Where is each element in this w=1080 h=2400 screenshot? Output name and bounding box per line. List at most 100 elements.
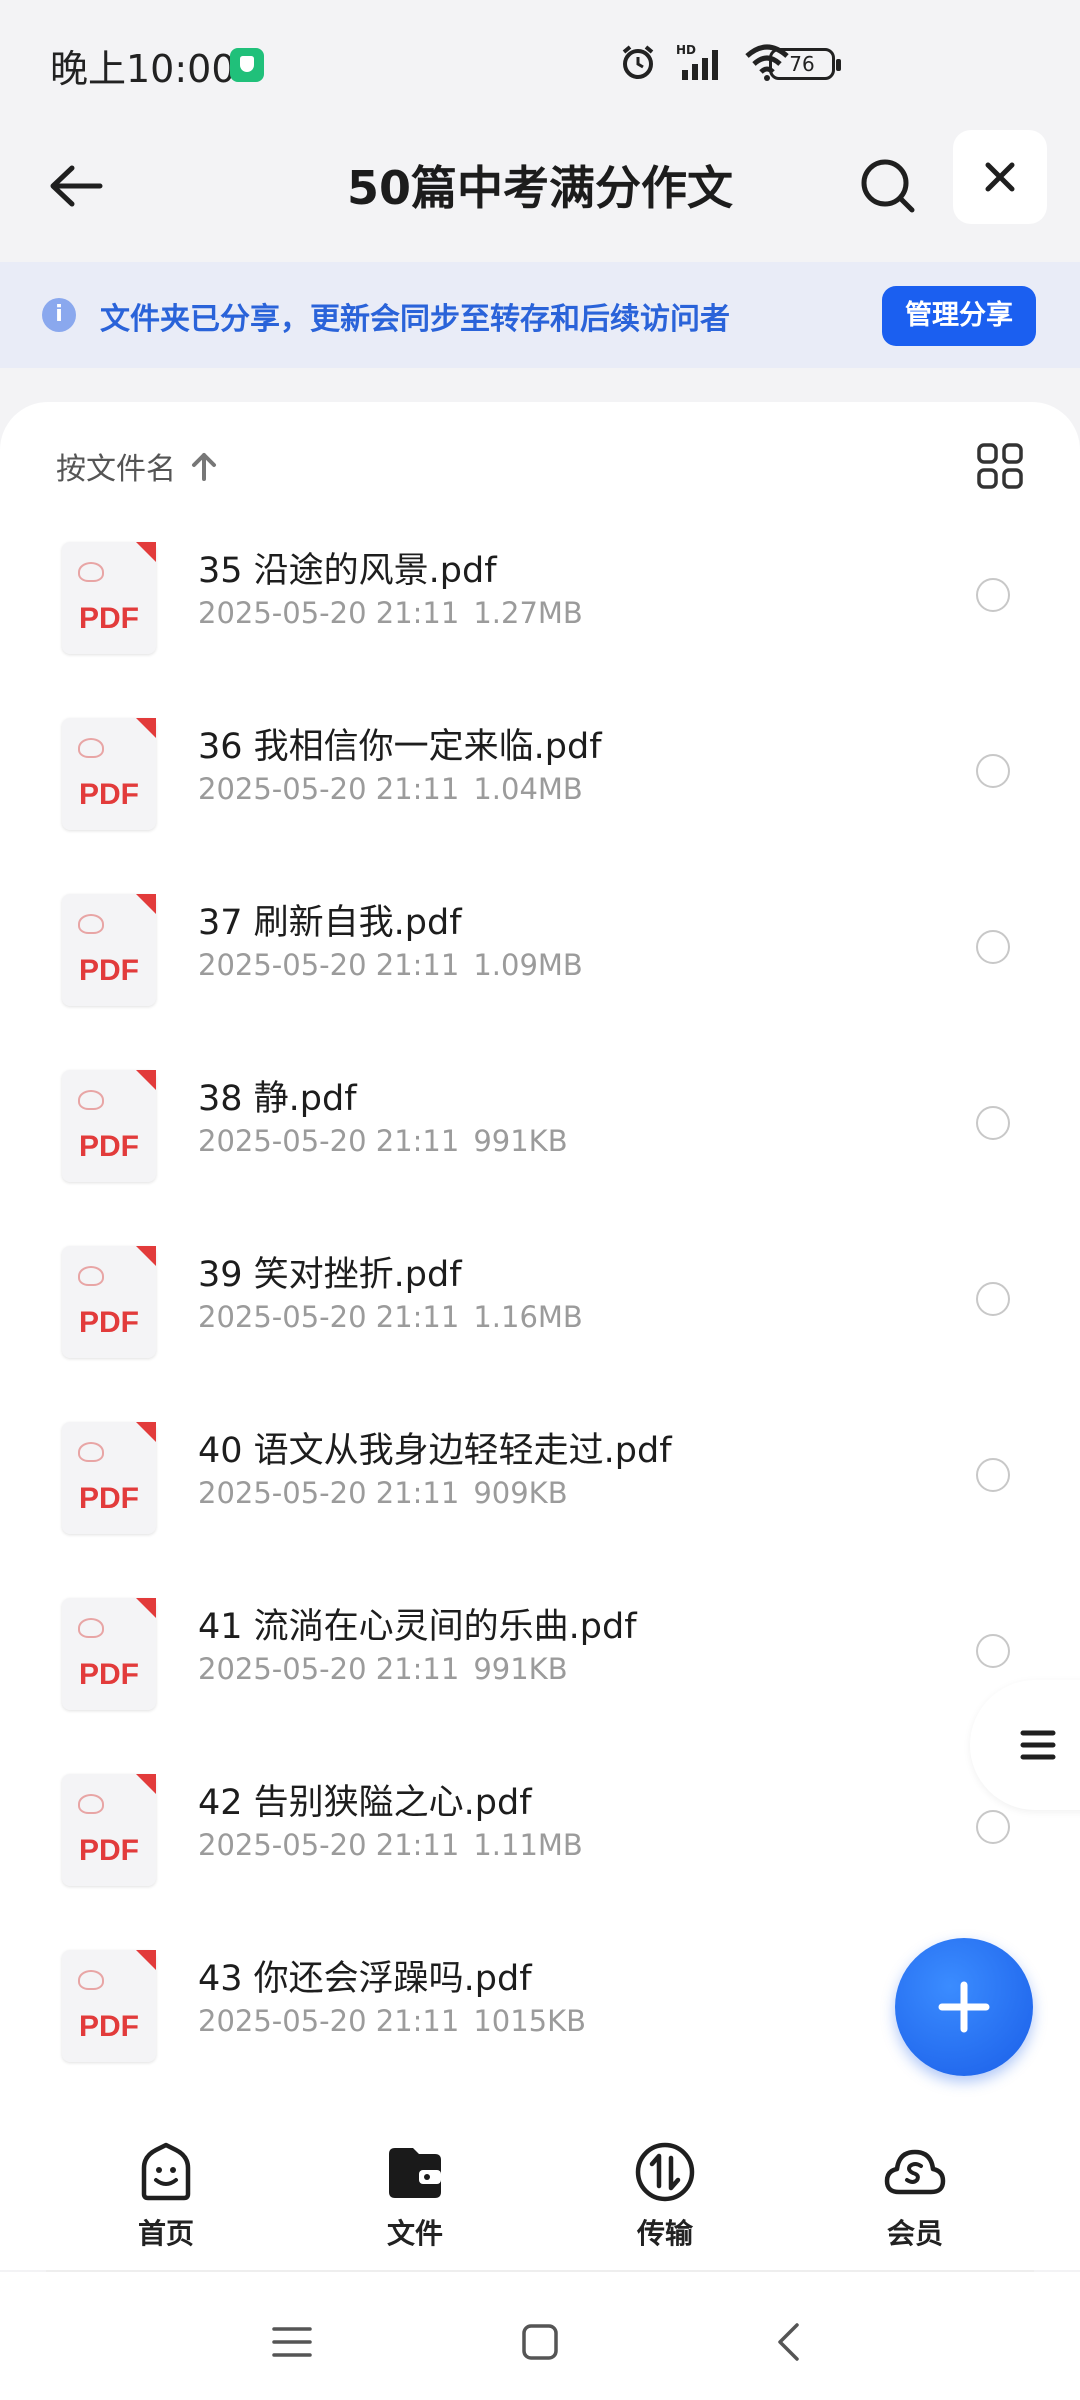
file-row[interactable]: PDF 36 我相信你一定来临.pdf 2025-05-20 21:11 1.04… <box>0 706 1080 882</box>
select-radio[interactable] <box>976 1458 1010 1492</box>
share-banner: i 文件夹已分享，更新会同步至转存和后续访问者 管理分享 <box>0 262 1080 368</box>
file-name: 42 告别狭隘之心.pdf <box>198 1783 532 1823</box>
close-button[interactable] <box>953 130 1047 224</box>
square-icon <box>522 2324 558 2360</box>
pdf-file-icon: PDF <box>62 542 156 654</box>
network-label: HD <box>676 43 696 57</box>
system-back-button[interactable] <box>758 2312 818 2372</box>
file-size: 1015KB <box>473 2004 587 2038</box>
header: 50篇中考满分作文 <box>0 120 1080 260</box>
nav-item-files[interactable]: 文件 <box>345 2140 485 2252</box>
file-row[interactable]: PDF 40 语文从我身边轻轻走过.pdf 2025-05-20 21:11 90… <box>0 1410 1080 1586</box>
file-meta: 2025-05-20 21:11 1.27MB <box>198 596 583 630</box>
vip-cloud-icon <box>884 2149 946 2195</box>
file-meta: 2025-05-20 21:11 991KB <box>198 1124 568 1158</box>
file-size: 991KB <box>473 1124 568 1158</box>
file-date: 2025-05-20 21:11 <box>198 596 460 630</box>
file-row[interactable]: PDF 37 刷新自我.pdf 2025-05-20 21:11 1.09MB <box>0 882 1080 1058</box>
file-date: 2025-05-20 21:11 <box>198 1652 460 1686</box>
alarm-icon <box>622 45 654 79</box>
file-name: 36 我相信你一定来临.pdf <box>198 727 602 767</box>
share-banner-text: 文件夹已分享，更新会同步至转存和后续访问者 <box>100 302 730 337</box>
file-size: 1.27MB <box>473 596 583 630</box>
file-name: 35 沿途的风景.pdf <box>198 551 497 591</box>
file-meta: 2025-05-20 21:11 1.09MB <box>198 948 583 982</box>
file-date: 2025-05-20 21:11 <box>198 1476 460 1510</box>
bottom-nav: 首页 文件 传输 会员 <box>0 2120 1080 2272</box>
sort-label: 按文件名 <box>56 452 176 487</box>
pdf-file-icon: PDF <box>62 1246 156 1358</box>
file-date: 2025-05-20 21:11 <box>198 2004 460 2038</box>
file-row[interactable]: PDF 35 沿途的风景.pdf 2025-05-20 21:11 1.27MB <box>0 530 1080 706</box>
pdf-file-icon: PDF <box>62 1774 156 1886</box>
file-date: 2025-05-20 21:11 <box>198 1300 460 1334</box>
select-radio[interactable] <box>976 1634 1010 1668</box>
signal-icon: HD <box>676 43 718 80</box>
nav-item-transfer[interactable]: 传输 <box>595 2140 735 2252</box>
select-radio[interactable] <box>976 1106 1010 1140</box>
add-button[interactable] <box>895 1938 1033 2076</box>
file-list: PDF 35 沿途的风景.pdf 2025-05-20 21:11 1.27MB … <box>0 530 1080 2114</box>
menu-icon <box>272 2327 312 2357</box>
file-row[interactable]: PDF 38 静.pdf 2025-05-20 21:11 991KB <box>0 1058 1080 1234</box>
select-radio[interactable] <box>976 578 1010 612</box>
search-icon <box>861 159 915 213</box>
close-icon <box>985 162 1015 192</box>
file-name: 43 你还会浮躁吗.pdf <box>198 1959 532 1999</box>
file-size: 1.04MB <box>473 772 583 806</box>
transfer-icon <box>635 2142 695 2202</box>
file-meta: 2025-05-20 21:11 1015KB <box>198 2004 586 2038</box>
file-size: 1.11MB <box>473 1828 583 1862</box>
file-meta: 2025-05-20 21:11 1.11MB <box>198 1828 583 1862</box>
pdf-file-icon: PDF <box>62 1070 156 1182</box>
file-meta: 2025-05-20 21:11 1.04MB <box>198 772 583 806</box>
system-nav-bar <box>0 2272 1080 2400</box>
select-radio[interactable] <box>976 1282 1010 1316</box>
nav-item-home[interactable]: 首页 <box>96 2140 236 2252</box>
status-bar: 晚上10:00 HD 76 <box>0 0 1080 120</box>
nav-label: 传输 <box>636 2217 693 2250</box>
file-date: 2025-05-20 21:11 <box>198 1124 460 1158</box>
arrow-up-icon <box>192 453 216 481</box>
select-radio[interactable] <box>976 754 1010 788</box>
system-home-button[interactable] <box>510 2312 570 2372</box>
plus-icon <box>938 1981 990 2033</box>
file-name: 39 笑对挫折.pdf <box>198 1255 462 1295</box>
pdf-file-icon: PDF <box>62 894 156 1006</box>
info-icon: i <box>42 298 76 332</box>
chevron-left-icon <box>778 2323 799 2361</box>
file-row[interactable]: PDF 41 流淌在心灵间的乐曲.pdf 2025-05-20 21:11 991… <box>0 1586 1080 1762</box>
file-meta: 2025-05-20 21:11 1.16MB <box>198 1300 583 1334</box>
file-name: 38 静.pdf <box>198 1079 357 1119</box>
file-name: 40 语文从我身边轻轻走过.pdf <box>198 1431 672 1471</box>
battery-indicator: 76 <box>769 48 841 80</box>
pdf-file-icon: PDF <box>62 1422 156 1534</box>
grid-view-toggle[interactable] <box>976 442 1024 490</box>
menu-lines-icon <box>1020 1730 1056 1760</box>
file-meta: 2025-05-20 21:11 991KB <box>198 1652 568 1686</box>
grid-icon <box>977 443 1023 489</box>
file-size: 1.16MB <box>473 1300 583 1334</box>
file-size: 1.09MB <box>473 948 583 982</box>
file-row[interactable]: PDF 39 笑对挫折.pdf 2025-05-20 21:11 1.16MB <box>0 1234 1080 1410</box>
file-date: 2025-05-20 21:11 <box>198 1828 460 1862</box>
file-row[interactable]: PDF 42 告别狭隘之心.pdf 2025-05-20 21:11 1.11MB <box>0 1762 1080 1938</box>
manage-share-button[interactable]: 管理分享 <box>882 286 1036 346</box>
file-meta: 2025-05-20 21:11 909KB <box>198 1476 568 1510</box>
status-icons: HD <box>618 42 790 82</box>
file-date: 2025-05-20 21:11 <box>198 772 460 806</box>
file-size: 909KB <box>473 1476 568 1510</box>
pdf-file-icon: PDF <box>62 1598 156 1710</box>
file-date: 2025-05-20 21:11 <box>198 948 460 982</box>
search-button[interactable] <box>848 146 928 226</box>
system-menu-button[interactable] <box>262 2312 322 2372</box>
status-time: 晚上10:00 <box>50 47 236 91</box>
file-name: 37 刷新自我.pdf <box>198 903 462 943</box>
select-radio[interactable] <box>976 1810 1010 1844</box>
file-name: 41 流淌在心灵间的乐曲.pdf <box>198 1607 637 1647</box>
nav-item-vip[interactable]: 会员 <box>845 2140 985 2252</box>
home-smile-icon <box>141 2142 191 2201</box>
select-radio[interactable] <box>976 930 1010 964</box>
sort-control[interactable]: 按文件名 <box>56 444 218 488</box>
file-size: 991KB <box>473 1652 568 1686</box>
